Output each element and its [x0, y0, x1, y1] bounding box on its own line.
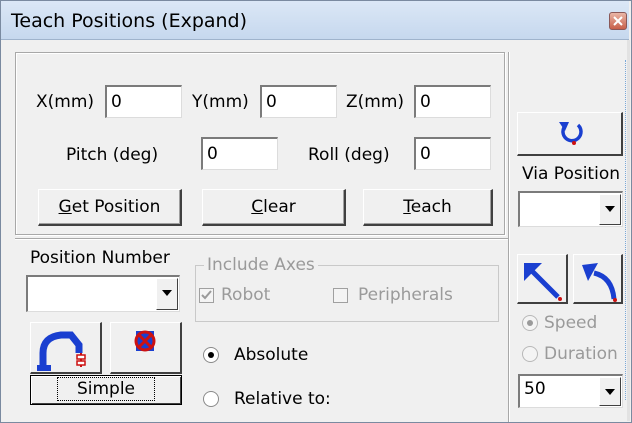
- horizontal-divider: [15, 238, 508, 239]
- robot-arm-icon: [37, 331, 86, 371]
- robot-button[interactable]: [30, 322, 102, 374]
- clear-button[interactable]: Clear: [202, 189, 346, 226]
- x-field[interactable]: [105, 85, 182, 118]
- close-icon: [613, 16, 623, 26]
- duration-radio[interactable]: [522, 346, 538, 362]
- y-label: Y(mm): [192, 92, 249, 112]
- chevron-down-icon[interactable]: [599, 194, 621, 225]
- close-button[interactable]: [609, 12, 627, 30]
- linear-move-button[interactable]: [517, 254, 568, 304]
- check-icon: [201, 290, 212, 300]
- via-rotate-button[interactable]: [517, 112, 623, 156]
- chevron-down-icon[interactable]: [156, 278, 178, 310]
- pitch-label: Pitch (deg): [66, 145, 159, 165]
- clear-mnemonic: C: [251, 197, 264, 217]
- position-number-select[interactable]: [26, 275, 180, 312]
- simple-button[interactable]: Simple: [30, 375, 182, 405]
- teach-mnemonic: T: [403, 197, 411, 217]
- focus-border: [625, 60, 627, 400]
- teach-button[interactable]: Teach: [363, 189, 493, 226]
- stop-robot-button[interactable]: [110, 322, 182, 374]
- z-label: Z(mm): [346, 92, 405, 112]
- y-field[interactable]: [260, 85, 337, 118]
- peripherals-label: Peripherals: [358, 285, 453, 305]
- teach-label: each: [410, 197, 452, 217]
- get-position-button[interactable]: Get Position: [38, 189, 182, 226]
- via-position-select[interactable]: [518, 191, 623, 227]
- pitch-field[interactable]: [201, 137, 278, 170]
- speed-label: Speed: [544, 313, 598, 333]
- duration-label: Duration: [544, 344, 618, 364]
- x-label: X(mm): [36, 92, 95, 112]
- robot-label: Robot: [221, 285, 271, 305]
- speed-value: 50: [524, 379, 546, 399]
- chevron-down-icon[interactable]: [599, 377, 621, 406]
- clear-label: lear: [263, 197, 296, 217]
- speed-select[interactable]: 50: [518, 374, 623, 408]
- relative-label: Relative to:: [234, 389, 331, 409]
- include-axes-legend: Include Axes: [204, 255, 318, 275]
- via-position-label: Via Position: [522, 164, 620, 184]
- speed-radio[interactable]: [522, 315, 538, 331]
- linear-move-icon: [524, 263, 562, 301]
- get-position-label: et Position: [71, 197, 161, 217]
- relative-radio[interactable]: [203, 391, 219, 407]
- absolute-label: Absolute: [234, 345, 309, 365]
- cancel-robot-icon: [134, 330, 156, 352]
- robot-checkbox[interactable]: [199, 288, 214, 303]
- get-position-mnemonic: G: [58, 197, 72, 217]
- z-field[interactable]: [414, 85, 491, 118]
- window-title: Teach Positions (Expand): [11, 10, 248, 32]
- absolute-radio[interactable]: [203, 347, 219, 363]
- simple-label: Simple: [56, 377, 156, 401]
- vertical-divider: [508, 52, 509, 422]
- window-edge: [627, 40, 630, 421]
- roll-field[interactable]: [414, 137, 491, 170]
- joint-move-button[interactable]: [573, 254, 623, 304]
- title-bar[interactable]: Teach Positions (Expand): [1, 1, 629, 40]
- roll-label: Roll (deg): [308, 145, 390, 165]
- rotate-arrow-icon: [559, 122, 583, 145]
- peripherals-checkbox[interactable]: [333, 288, 348, 303]
- position-number-label: Position Number: [30, 248, 170, 268]
- joint-move-icon: [582, 263, 617, 302]
